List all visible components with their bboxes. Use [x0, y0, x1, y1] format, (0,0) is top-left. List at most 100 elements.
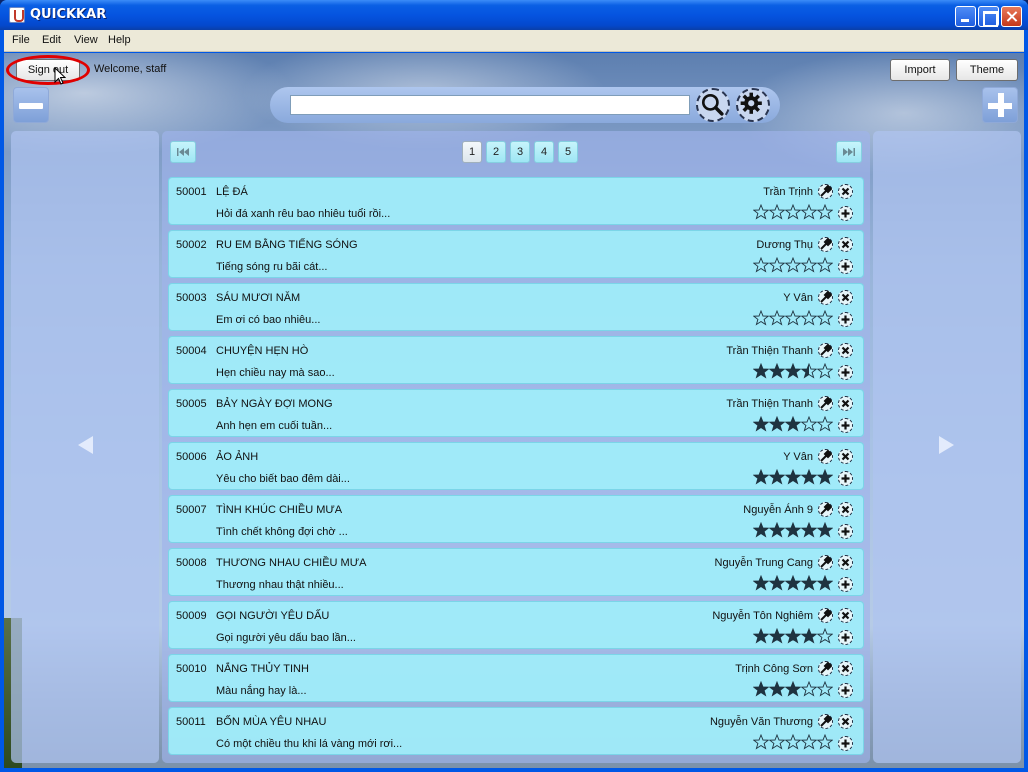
add-to-queue-icon[interactable]	[838, 365, 853, 380]
star-icon[interactable]	[801, 310, 817, 326]
delete-icon[interactable]	[838, 237, 853, 252]
add-button[interactable]	[982, 87, 1018, 123]
delete-icon[interactable]	[838, 343, 853, 358]
edit-icon[interactable]	[818, 661, 833, 676]
star-icon[interactable]	[785, 363, 801, 379]
rating-stars[interactable]	[753, 681, 833, 699]
star-icon[interactable]	[785, 575, 801, 591]
add-to-queue-icon[interactable]	[838, 630, 853, 645]
star-icon[interactable]	[785, 681, 801, 697]
close-button[interactable]	[1001, 6, 1022, 27]
search-button[interactable]	[696, 88, 730, 122]
last-page-button[interactable]	[836, 141, 862, 163]
star-icon[interactable]	[801, 575, 817, 591]
star-icon[interactable]	[817, 681, 833, 697]
song-row[interactable]: 50010 NẮNG THỦY TINH Màu nắng hay là... Trị…	[168, 654, 864, 702]
add-to-queue-icon[interactable]	[838, 206, 853, 221]
star-icon[interactable]	[801, 363, 817, 379]
rating-stars[interactable]	[753, 575, 833, 593]
delete-icon[interactable]	[838, 555, 853, 570]
star-icon[interactable]	[753, 257, 769, 273]
star-icon[interactable]	[817, 310, 833, 326]
star-icon[interactable]	[817, 416, 833, 432]
rating-stars[interactable]	[753, 416, 833, 434]
star-icon[interactable]	[769, 204, 785, 220]
import-button[interactable]: Import	[890, 59, 950, 81]
menu-view[interactable]: View	[74, 34, 98, 46]
star-icon[interactable]	[801, 734, 817, 750]
song-row[interactable]: 50002 RU EM BẰNG TIẾNG SÓNG Tiếng sóng ru …	[168, 230, 864, 278]
star-icon[interactable]	[753, 363, 769, 379]
delete-icon[interactable]	[838, 661, 853, 676]
star-icon[interactable]	[801, 416, 817, 432]
star-icon[interactable]	[817, 734, 833, 750]
star-icon[interactable]	[753, 204, 769, 220]
add-to-queue-icon[interactable]	[838, 259, 853, 274]
theme-button[interactable]: Theme	[956, 59, 1018, 81]
star-icon[interactable]	[753, 416, 769, 432]
title-bar[interactable]: QUICKKAR	[0, 0, 1028, 30]
edit-icon[interactable]	[818, 290, 833, 305]
star-icon[interactable]	[785, 310, 801, 326]
rating-stars[interactable]	[753, 363, 833, 381]
page-button-1[interactable]: 1	[462, 141, 482, 163]
previous-arrow-icon[interactable]	[78, 436, 93, 454]
song-row[interactable]: 50004 CHUYỆN HẸN HÒ Hẹn chiều nay mà sao..…	[168, 336, 864, 384]
minimize-button[interactable]	[955, 6, 976, 27]
edit-icon[interactable]	[818, 608, 833, 623]
star-icon[interactable]	[753, 681, 769, 697]
maximize-button[interactable]	[978, 6, 999, 27]
star-icon[interactable]	[769, 257, 785, 273]
page-button-3[interactable]: 3	[510, 141, 530, 163]
star-icon[interactable]	[769, 575, 785, 591]
edit-icon[interactable]	[818, 237, 833, 252]
add-to-queue-icon[interactable]	[838, 683, 853, 698]
star-icon[interactable]	[769, 522, 785, 538]
star-icon[interactable]	[769, 628, 785, 644]
star-icon[interactable]	[753, 522, 769, 538]
delete-icon[interactable]	[838, 396, 853, 411]
song-row[interactable]: 50005 BẢY NGÀY ĐỢI MONG Anh hẹn em cuối tu…	[168, 389, 864, 437]
star-icon[interactable]	[785, 628, 801, 644]
add-to-queue-icon[interactable]	[838, 577, 853, 592]
star-icon[interactable]	[769, 469, 785, 485]
search-input[interactable]	[290, 95, 690, 115]
star-icon[interactable]	[801, 204, 817, 220]
edit-icon[interactable]	[818, 714, 833, 729]
page-button-5[interactable]: 5	[558, 141, 578, 163]
add-to-queue-icon[interactable]	[838, 312, 853, 327]
star-icon[interactable]	[785, 469, 801, 485]
star-icon[interactable]	[801, 257, 817, 273]
star-icon[interactable]	[753, 628, 769, 644]
rating-stars[interactable]	[753, 204, 833, 222]
edit-icon[interactable]	[818, 343, 833, 358]
song-row[interactable]: 50006 ẢO ẢNH Yêu cho biết bao đêm dài... Y …	[168, 442, 864, 490]
rating-stars[interactable]	[753, 257, 833, 275]
rating-stars[interactable]	[753, 628, 833, 646]
star-icon[interactable]	[769, 734, 785, 750]
star-icon[interactable]	[817, 257, 833, 273]
star-icon[interactable]	[785, 257, 801, 273]
star-icon[interactable]	[785, 416, 801, 432]
star-icon[interactable]	[785, 734, 801, 750]
page-button-4[interactable]: 4	[534, 141, 554, 163]
song-row[interactable]: 50008 THƯƠNG NHAU CHIỀU MƯA Thương nhau th…	[168, 548, 864, 596]
star-icon[interactable]	[769, 416, 785, 432]
add-to-queue-icon[interactable]	[838, 736, 853, 751]
edit-icon[interactable]	[818, 555, 833, 570]
star-icon[interactable]	[769, 310, 785, 326]
edit-icon[interactable]	[818, 184, 833, 199]
star-icon[interactable]	[817, 628, 833, 644]
edit-icon[interactable]	[818, 502, 833, 517]
star-icon[interactable]	[753, 734, 769, 750]
rating-stars[interactable]	[753, 469, 833, 487]
edit-icon[interactable]	[818, 396, 833, 411]
star-icon[interactable]	[785, 522, 801, 538]
delete-icon[interactable]	[838, 714, 853, 729]
menu-edit[interactable]: Edit	[42, 34, 61, 46]
star-icon[interactable]	[801, 522, 817, 538]
star-icon[interactable]	[817, 522, 833, 538]
star-icon[interactable]	[801, 681, 817, 697]
add-to-queue-icon[interactable]	[838, 418, 853, 433]
first-page-button[interactable]	[170, 141, 196, 163]
